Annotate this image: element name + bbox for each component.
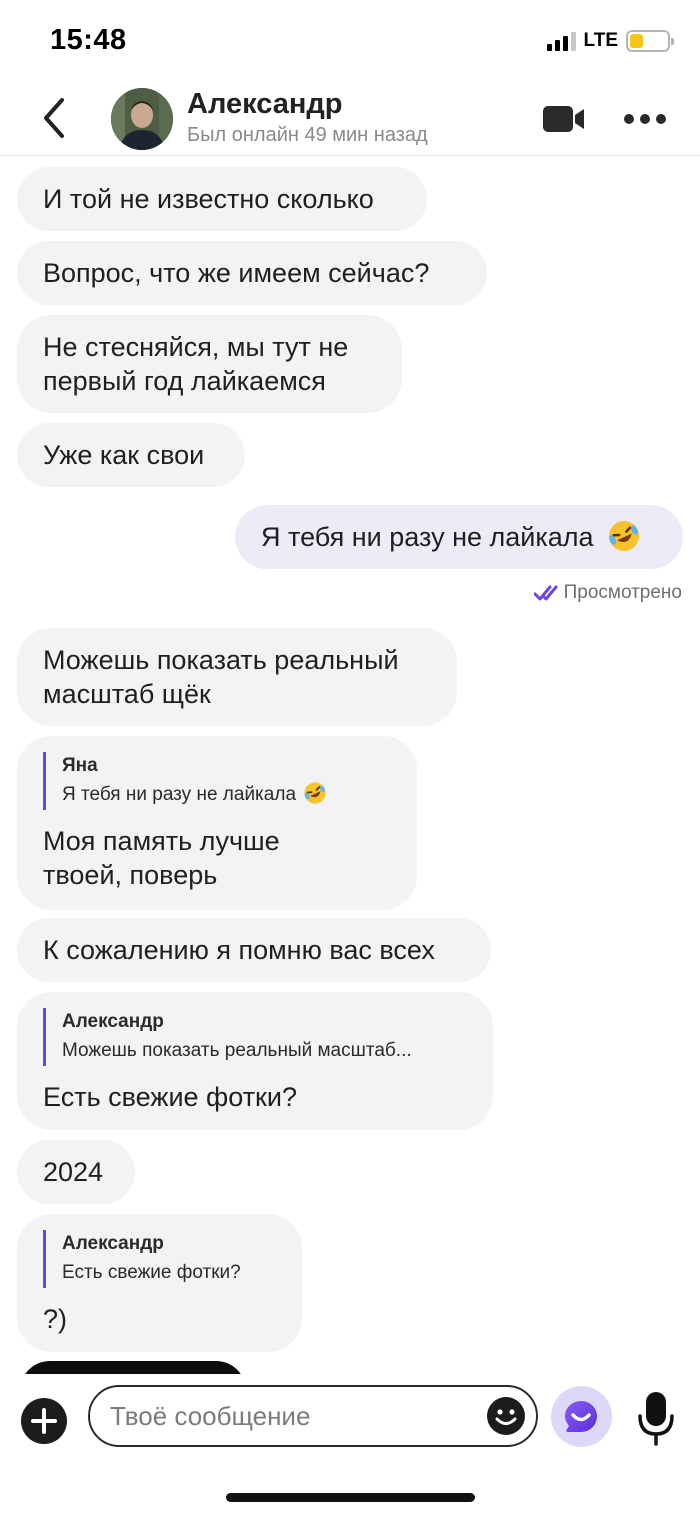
chevron-left-icon	[44, 98, 64, 138]
smiley-icon	[487, 1397, 525, 1435]
back-button[interactable]	[36, 96, 76, 140]
status-bar: 15:48 LTE	[0, 0, 700, 84]
message-text: ?)	[43, 1304, 68, 1334]
plus-circle-icon	[31, 1408, 57, 1434]
message-text: Вопрос, что же имеем сейчас?	[43, 258, 430, 288]
message-bubble[interactable]: Уже как свои	[17, 423, 245, 487]
message-bubble[interactable]: Можешь показать реальный масштаб щёк	[17, 628, 457, 726]
message-bubble[interactable]: К сожалению я помню вас всех	[17, 918, 491, 982]
home-indicator[interactable]	[226, 1493, 475, 1502]
signal-icon	[546, 31, 576, 51]
emoji-button[interactable]	[486, 1396, 526, 1436]
message-input-placeholder: Твоё сообщение	[110, 1401, 311, 1431]
quoted-text: Можешь показать реальный масштаб...	[62, 1040, 412, 1061]
quoted-author: Александр	[62, 1011, 164, 1032]
read-receipt: Просмотрено	[533, 582, 682, 604]
status-time: 15:48	[50, 24, 127, 56]
message-bubble[interactable]: Не стесняйся, мы тут не первый год лайка…	[17, 315, 402, 413]
video-call-button[interactable]	[542, 104, 586, 134]
message-text: Уже как свои	[43, 440, 205, 470]
assistant-button[interactable]	[551, 1386, 612, 1447]
avatar[interactable]	[111, 88, 173, 150]
rolling-on-floor-laughing-emoji	[304, 782, 326, 804]
attach-button[interactable]	[21, 1398, 67, 1444]
contact-status: Был онлайн 49 мин назад	[187, 124, 428, 146]
battery-icon	[626, 30, 674, 52]
network-label: LTE	[583, 30, 618, 51]
message-text: И той не известно сколько	[43, 184, 374, 214]
battery-fill	[630, 34, 643, 48]
microphone-icon	[638, 1392, 674, 1446]
read-receipt-label: Просмотрено	[563, 582, 682, 603]
quoted-author: Яна	[62, 755, 98, 776]
more-dot	[656, 114, 666, 124]
quoted-text-content: Я тебя ни разу не лайкала	[62, 784, 297, 805]
message-bubble[interactable]: 2024	[17, 1140, 135, 1204]
partially-visible-bubble[interactable]	[20, 1361, 246, 1374]
contact-name[interactable]: Александр	[187, 88, 343, 121]
outgoing-message-bubble[interactable]: Я тебя ни разу не лайкала	[235, 505, 683, 569]
avatar-photo	[111, 88, 173, 150]
reply-message-bubble[interactable]: Александр Есть свежие фотки? ?)	[17, 1214, 302, 1352]
quoted-message[interactable]: Александр Есть свежие фотки?	[43, 1230, 276, 1288]
double-check-icon	[533, 585, 558, 601]
message-text: Есть свежие фотки?	[43, 1082, 297, 1112]
status-indicators: LTE	[546, 30, 674, 52]
message-input[interactable]: Твоё сообщение	[88, 1385, 538, 1447]
message-text: Можешь показать реальный масштаб щёк	[43, 645, 399, 709]
assistant-smile-icon	[565, 1401, 597, 1432]
message-text: 2024	[43, 1157, 104, 1187]
message-composer: Твоё сообщение	[0, 1374, 700, 1464]
reply-message-bubble[interactable]: Александр Можешь показать реальный масшт…	[17, 992, 493, 1130]
quoted-message[interactable]: Яна Я тебя ни разу не лайкала	[43, 752, 391, 810]
quoted-message[interactable]: Александр Можешь показать реальный масшт…	[43, 1008, 467, 1066]
quoted-text: Я тебя ни разу не лайкала	[62, 780, 391, 810]
message-bubble[interactable]: Вопрос, что же имеем сейчас?	[17, 241, 487, 305]
more-dot	[640, 114, 650, 124]
message-text: Я тебя ни разу не лайкала	[261, 522, 594, 552]
quoted-text: Есть свежие фотки?	[62, 1262, 241, 1283]
quoted-author: Александр	[62, 1233, 164, 1254]
message-list[interactable]: И той не известно сколько Вопрос, что же…	[0, 156, 700, 1374]
message-text: Не стесняйся, мы тут не первый год лайка…	[43, 332, 349, 396]
message-text: К сожалению я помню вас всех	[43, 935, 435, 965]
rolling-on-floor-laughing-emoji	[609, 520, 640, 551]
message-bubble[interactable]: И той не известно сколько	[17, 167, 427, 231]
more-dot	[624, 114, 634, 124]
voice-message-button[interactable]	[636, 1390, 676, 1446]
video-camera-icon	[543, 106, 584, 132]
more-button[interactable]	[624, 110, 668, 128]
message-text: Моя память лучше твоей, поверь	[43, 826, 280, 890]
chat-header: Александр Был онлайн 49 мин назад	[0, 84, 700, 156]
reply-message-bubble[interactable]: Яна Я тебя ни разу не лайкала Моя память…	[17, 736, 417, 910]
